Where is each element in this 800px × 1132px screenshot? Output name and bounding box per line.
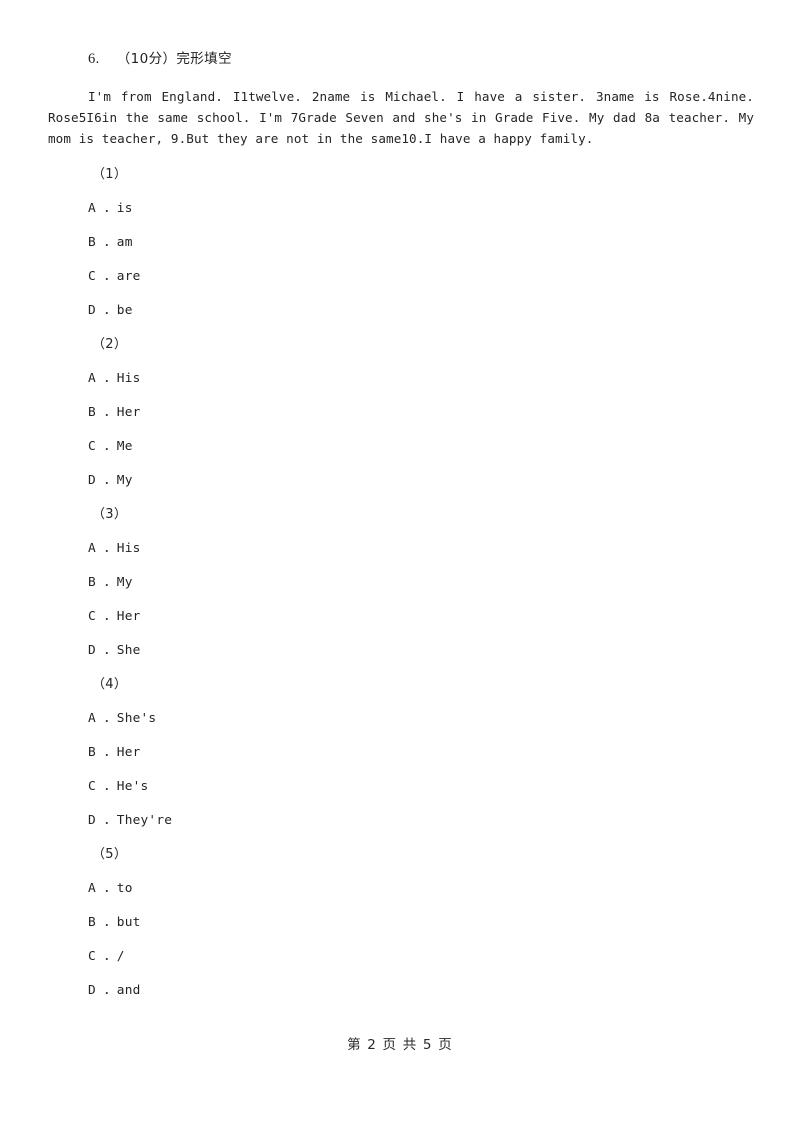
option-5-a[interactable]: A ．to — [0, 872, 800, 906]
question-item-5: （5） A ．to B ．but C ．/ D ．and — [0, 838, 800, 1008]
option-1-d[interactable]: D ．be — [0, 294, 800, 328]
question-score: （10分） — [116, 51, 177, 67]
option-3-b[interactable]: B ．My — [0, 566, 800, 600]
option-2-d[interactable]: D ．My — [0, 464, 800, 498]
option-2-c[interactable]: C ．Me — [0, 430, 800, 464]
option-5-d[interactable]: D ．and — [0, 974, 800, 1008]
question-label-1: （1） — [92, 167, 128, 182]
question-item-3: （3） A ．His B ．My C ．Her D ．She — [0, 498, 800, 668]
question-type-title: 完形填空 — [176, 51, 232, 67]
questions-list: （1） A ．is B ．am C ．are D ．be （2） A ．His … — [0, 158, 800, 1008]
option-2-a[interactable]: A ．His — [0, 362, 800, 396]
option-1-c[interactable]: C ．are — [0, 260, 800, 294]
question-header: 6. （10分）完形填空 — [88, 47, 232, 68]
cloze-passage: I'm from England. I1twelve. 2name is Mic… — [48, 86, 754, 149]
option-3-d[interactable]: D ．She — [0, 634, 800, 668]
option-5-b[interactable]: B ．but — [0, 906, 800, 940]
option-4-c[interactable]: C ．He's — [0, 770, 800, 804]
question-number: 6. — [88, 51, 100, 67]
question-label-5: （5） — [92, 847, 128, 862]
option-5-c[interactable]: C ．/ — [0, 940, 800, 974]
question-label-2: （2） — [92, 337, 128, 352]
passage-text: I'm from England. I1twelve. 2name is Mic… — [48, 89, 754, 146]
page-footer: 第 2 页 共 5 页 — [347, 1037, 453, 1053]
question-item-4: （4） A ．She's B ．Her C ．He's D ．They're — [0, 668, 800, 838]
option-1-b[interactable]: B ．am — [0, 226, 800, 260]
option-1-a[interactable]: A ．is — [0, 192, 800, 226]
option-4-d[interactable]: D ．They're — [0, 804, 800, 838]
question-item-2: （2） A ．His B ．Her C ．Me D ．My — [0, 328, 800, 498]
question-label-4: （4） — [92, 677, 128, 692]
exam-page: 6. （10分）完形填空 I'm from England. I1twelve. … — [0, 0, 800, 1132]
option-3-c[interactable]: C ．Her — [0, 600, 800, 634]
option-4-a[interactable]: A ．She's — [0, 702, 800, 736]
option-3-a[interactable]: A ．His — [0, 532, 800, 566]
option-4-b[interactable]: B ．Her — [0, 736, 800, 770]
option-2-b[interactable]: B ．Her — [0, 396, 800, 430]
question-label-3: （3） — [92, 507, 128, 522]
question-item-1: （1） A ．is B ．am C ．are D ．be — [0, 158, 800, 328]
